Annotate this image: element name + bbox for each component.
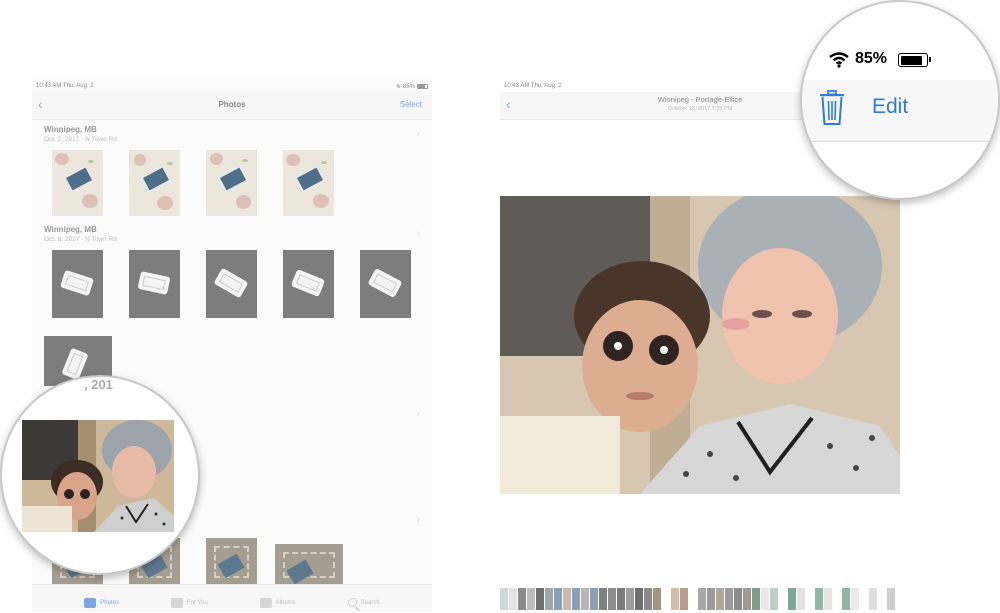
albums-icon	[259, 597, 272, 608]
selfie-photo-thumbnail[interactable]	[22, 420, 174, 532]
battery-icon	[417, 84, 428, 89]
tab-albums[interactable]: Albums	[259, 593, 296, 612]
photo-thumbnail[interactable]	[52, 250, 103, 318]
tab-photos[interactable]: Photos	[84, 593, 119, 612]
photo-thumbnail[interactable]	[129, 150, 180, 216]
chevron-right-icon: ›	[416, 128, 420, 139]
battery-percent: 85%	[402, 83, 415, 90]
wifi-icon	[829, 52, 849, 68]
search-icon	[347, 598, 357, 607]
photo-thumbnail[interactable]	[360, 250, 411, 318]
moment-meta: Oct. 2, 2017 · N Town Rd	[44, 136, 117, 143]
battery-percent: 85%	[855, 50, 888, 67]
status-time: 10:43 AM Thu. Aug. 2	[36, 83, 94, 89]
selfie-image	[500, 196, 900, 494]
status-bar: 10:43 AM Thu. Aug. 2 ≋ 85%	[32, 78, 432, 92]
photo-thumbnail[interactable]	[129, 250, 180, 318]
page-title: Photos	[218, 100, 246, 109]
moment-date-fragment: , 201	[84, 377, 113, 392]
status-time: 10:43 AM Thu. Aug. 2	[504, 83, 562, 89]
photos-icon	[84, 597, 97, 608]
tab-search[interactable]: Search	[347, 593, 380, 612]
wifi-icon: ≋	[395, 84, 401, 90]
tab-label: For You	[186, 599, 208, 606]
moment-place: Winnipeg, MB	[44, 225, 97, 234]
thumbnail-scrubber[interactable]	[500, 588, 900, 610]
photo-thumbnail[interactable]	[283, 150, 334, 216]
for-you-icon	[170, 597, 183, 608]
select-button[interactable]: Select	[400, 100, 422, 109]
photo-thumbnail[interactable]	[283, 250, 334, 318]
selfie-image	[22, 420, 174, 532]
photo-thumbnail[interactable]	[206, 538, 257, 586]
moment-meta: Oct. 6, 2017 · N Town Rd	[44, 236, 117, 243]
chevron-right-icon: ›	[416, 514, 420, 525]
tab-for-you[interactable]: For You	[170, 593, 208, 612]
chevron-right-icon: ›	[416, 408, 420, 419]
magnifier-callout: 85% Edit	[800, 0, 1000, 200]
moment-section[interactable]: Winnipeg, MB Oct. 6, 2017 · N Town Rd ›	[32, 220, 432, 250]
tab-label: Photos	[100, 599, 119, 606]
photo-thumbnail[interactable]	[52, 150, 103, 216]
tab-label: Search	[360, 599, 380, 606]
selfie-photo[interactable]	[500, 196, 900, 494]
battery-icon	[898, 53, 931, 67]
tab-label: Albums	[275, 599, 296, 606]
magnifier-callout: , 201	[0, 375, 200, 575]
moment-place: Winnipeg, MB	[44, 125, 97, 134]
photo-thumbnail[interactable]	[206, 150, 257, 216]
edit-button[interactable]: Edit	[872, 95, 908, 119]
photo-thumbnail[interactable]	[206, 250, 257, 318]
nav-bar: ‹ Photos Select	[32, 92, 432, 120]
tab-bar: Photos For You Albums Search	[32, 584, 432, 612]
chevron-right-icon: ›	[416, 228, 420, 239]
trash-icon[interactable]	[819, 90, 845, 126]
moment-section[interactable]: Winnipeg, MB Oct. 2, 2017 · N Town Rd ›	[32, 120, 432, 148]
photo-thumbnail[interactable]	[275, 544, 343, 586]
